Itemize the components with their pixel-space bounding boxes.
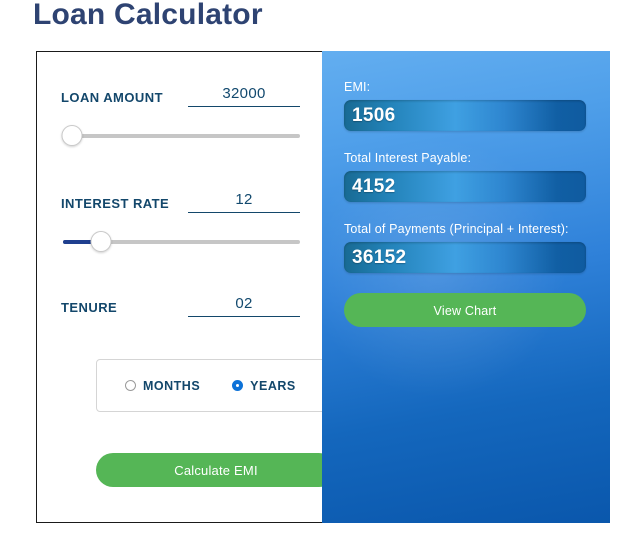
result-total-payments-label: Total of Payments (Principal + Interest)… bbox=[344, 222, 569, 236]
loan-amount-slider-thumb[interactable] bbox=[61, 125, 83, 146]
loan-amount-slider-track[interactable] bbox=[63, 134, 300, 138]
loan-results-panel: EMI: 1506 Total Interest Payable: 4152 T… bbox=[322, 51, 610, 523]
result-emi-value: 1506 bbox=[352, 104, 396, 126]
radio-months-icon[interactable] bbox=[125, 380, 136, 391]
result-total-interest-label: Total Interest Payable: bbox=[344, 151, 472, 165]
interest-rate-slider[interactable] bbox=[63, 231, 300, 253]
interest-rate-input[interactable] bbox=[188, 191, 300, 213]
result-emi-bar: 1506 bbox=[344, 100, 586, 131]
field-row-loan-amount: LOAN AMOUNT bbox=[37, 77, 322, 107]
field-loan-amount: LOAN AMOUNT bbox=[37, 77, 322, 147]
loan-calculator-widget: LOAN AMOUNT INTEREST RATE bbox=[36, 51, 610, 523]
tenure-input[interactable] bbox=[188, 295, 300, 317]
field-tenure: TENURE bbox=[37, 287, 322, 317]
calculate-emi-button[interactable]: Calculate EMI bbox=[96, 453, 336, 487]
loan-amount-input[interactable] bbox=[188, 85, 300, 107]
result-emi: EMI: 1506 bbox=[344, 80, 586, 131]
radio-option-years[interactable]: YEARS bbox=[232, 379, 296, 393]
result-total-interest-bar: 4152 bbox=[344, 171, 586, 202]
result-total-interest: Total Interest Payable: 4152 bbox=[344, 151, 586, 202]
radio-option-months[interactable]: MONTHS bbox=[125, 379, 200, 393]
label-interest-rate: INTEREST RATE bbox=[61, 196, 170, 211]
result-total-payments-value: 36152 bbox=[352, 246, 407, 268]
result-total-interest-value: 4152 bbox=[352, 175, 396, 197]
field-row-interest-rate: INTEREST RATE bbox=[37, 183, 322, 213]
page-title: Loan Calculator bbox=[33, 0, 263, 31]
result-emi-label: EMI: bbox=[344, 80, 371, 94]
result-total-payments-bar: 36152 bbox=[344, 242, 586, 273]
view-chart-button[interactable]: View Chart bbox=[344, 293, 586, 327]
field-row-tenure: TENURE bbox=[37, 287, 322, 317]
radio-label-months: MONTHS bbox=[143, 378, 201, 393]
radio-label-years: YEARS bbox=[250, 378, 296, 393]
result-total-payments: Total of Payments (Principal + Interest)… bbox=[344, 222, 586, 273]
label-loan-amount: LOAN AMOUNT bbox=[61, 90, 163, 105]
interest-rate-slider-thumb[interactable] bbox=[90, 231, 112, 252]
loan-amount-slider[interactable] bbox=[61, 125, 300, 147]
label-tenure: TENURE bbox=[61, 300, 118, 315]
tenure-unit-selector: MONTHS YEARS bbox=[96, 359, 336, 412]
radio-years-icon[interactable] bbox=[232, 380, 244, 391]
loan-input-panel: LOAN AMOUNT INTEREST RATE bbox=[36, 51, 336, 523]
field-interest-rate: INTEREST RATE bbox=[37, 183, 322, 253]
